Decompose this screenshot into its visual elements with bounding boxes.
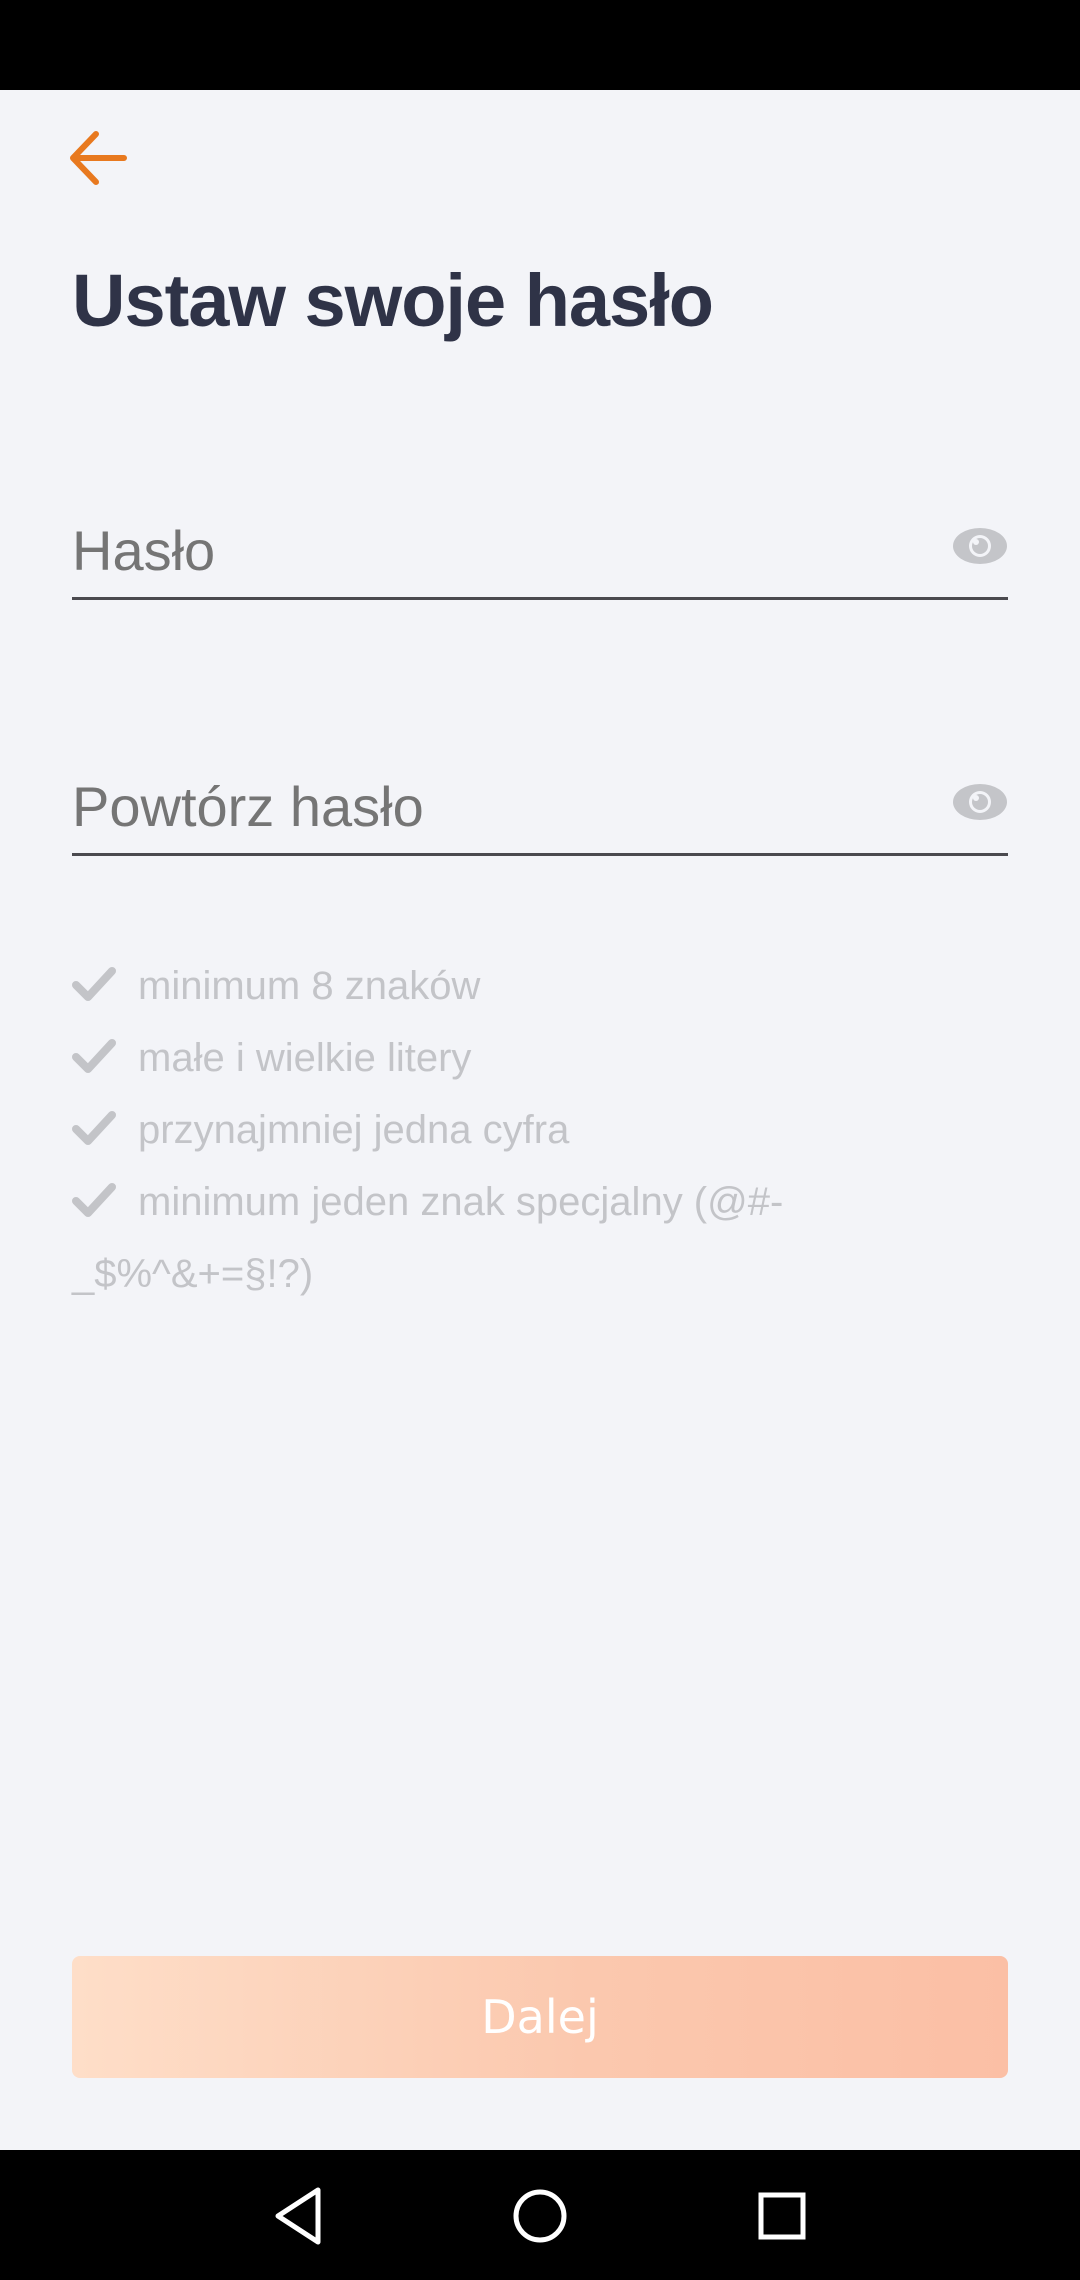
system-recents-button[interactable]: [744, 2178, 820, 2254]
next-button-label: Dalej: [481, 1990, 599, 2044]
status-bar: [0, 0, 1080, 90]
repeat-password-input[interactable]: [72, 766, 892, 846]
rule-text: minimum jeden znak specjalny (@#-_$%^&+=…: [72, 1180, 784, 1296]
eye-icon: [953, 528, 1007, 564]
password-rules-list: minimum 8 znaków małe i wielkie litery p…: [72, 950, 952, 1310]
check-icon: [72, 967, 116, 1001]
back-button[interactable]: [58, 118, 138, 198]
page-title: Ustaw swoje hasło: [72, 259, 714, 342]
rule-text: małe i wielkie litery: [138, 1036, 472, 1080]
password-visibility-toggle[interactable]: [952, 518, 1008, 574]
password-field: [72, 490, 1008, 600]
check-icon: [72, 1111, 116, 1145]
check-icon: [72, 1183, 116, 1217]
repeat-password-field: [72, 746, 1008, 856]
arrow-left-icon: [70, 131, 127, 185]
password-rule: przynajmniej jedna cyfra: [72, 1094, 952, 1166]
repeat-password-visibility-toggle[interactable]: [952, 774, 1008, 830]
password-rule: minimum jeden znak specjalny (@#-_$%^&+=…: [72, 1166, 952, 1310]
square-recents-icon: [758, 2192, 806, 2240]
circle-home-icon: [513, 2189, 567, 2243]
system-home-button[interactable]: [502, 2178, 578, 2254]
triangle-back-icon: [275, 2187, 321, 2245]
rule-text: przynajmniej jedna cyfra: [138, 1108, 570, 1152]
check-icon: [72, 1039, 116, 1073]
system-back-button[interactable]: [260, 2178, 336, 2254]
rule-text: minimum 8 znaków: [138, 964, 481, 1008]
password-input[interactable]: [72, 510, 892, 590]
next-button[interactable]: Dalej: [72, 1956, 1008, 2078]
eye-icon: [953, 784, 1007, 820]
password-rule: minimum 8 znaków: [72, 950, 952, 1022]
system-navigation-bar: [0, 2150, 1080, 2280]
password-rule: małe i wielkie litery: [72, 1022, 952, 1094]
